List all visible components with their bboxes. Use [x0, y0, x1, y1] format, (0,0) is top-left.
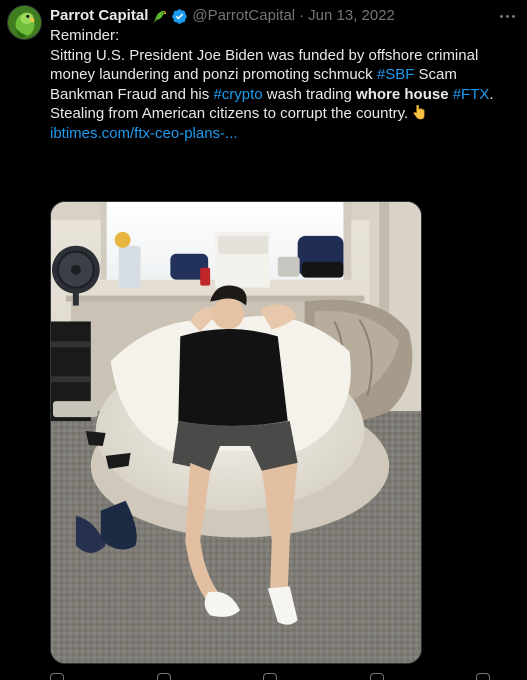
parrot-avatar-icon [8, 6, 41, 39]
tweet-photo[interactable] [50, 201, 422, 664]
text-paragraph-3: Stealing from American citizens to corru… [50, 104, 515, 124]
photo-of-man-on-beanbag-icon [51, 202, 421, 663]
bold-text: whore house [356, 85, 449, 103]
text-span: wash trading [262, 85, 357, 103]
hashtag-ftx[interactable]: #FTX [453, 86, 490, 103]
text-paragraph-4: ibtimes.com/ftx-ceo-plans-... [50, 124, 515, 144]
text-paragraph-1: Reminder: [50, 27, 120, 44]
hashtag-crypto[interactable]: #crypto [213, 86, 262, 103]
parrot-emoji-icon [153, 11, 167, 23]
share-icon-shape [476, 673, 490, 680]
retweet-icon[interactable] [156, 673, 171, 680]
author-handle[interactable]: @ParrotCapital [192, 6, 295, 26]
text-span: . [489, 85, 494, 103]
reply-icon-shape [50, 673, 64, 680]
like-icon-shape [263, 673, 277, 680]
author-name[interactable]: Parrot Capital [50, 6, 148, 26]
retweet-icon-shape [156, 673, 171, 680]
reply-icon[interactable] [50, 673, 64, 680]
share-icon[interactable] [476, 673, 490, 680]
hashtag-sbf[interactable]: #SBF [377, 66, 415, 83]
article-link[interactable]: ibtimes.com/ftx-ceo-plans-... [50, 125, 238, 142]
text-paragraph-2: Sitting U.S. President Joe Biden was fun… [50, 46, 515, 105]
views-icon[interactable] [369, 673, 384, 680]
tweet-date[interactable]: Jun 13, 2022 [308, 6, 395, 26]
views-icon-shape [369, 673, 384, 680]
tweet[interactable]: Parrot Capital @ParrotCapital · Jun 13, … [0, 0, 527, 680]
separator-dot: · [299, 7, 305, 24]
author-avatar[interactable] [7, 5, 42, 40]
tweet-text: Reminder: Sitting U.S. President Joe Bid… [50, 26, 515, 143]
like-icon[interactable] [263, 673, 277, 680]
verified-badge-icon [172, 8, 188, 24]
tweet-actions [50, 673, 490, 680]
more-options-icon[interactable] [497, 6, 517, 26]
text-span: Stealing from American citizens to corru… [50, 105, 409, 122]
pointing-down-emoji-icon [413, 105, 425, 120]
tweet-header: Parrot Capital @ParrotCapital · Jun 13, … [50, 6, 515, 26]
